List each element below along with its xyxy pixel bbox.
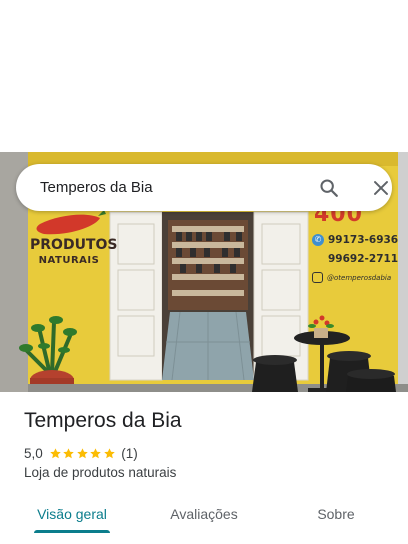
top-blank-area (0, 0, 408, 152)
search-icon[interactable] (318, 177, 340, 199)
tab-reviews[interactable]: Avaliações (156, 496, 252, 532)
instagram-icon (312, 272, 323, 283)
star-icon (50, 447, 61, 458)
star-icon (63, 447, 75, 458)
phone-2: 99692-2711 (328, 252, 399, 265)
whatsapp-icon: ✆ (312, 233, 324, 246)
instagram-handle: @otemperosdabia (327, 273, 392, 282)
place-title: Temperos da Bia (24, 409, 182, 432)
rating-row[interactable]: 5,0 (1) (24, 445, 138, 461)
contact-sign: ✆ 99173-6936 99692-2711 @otemperosdabia (312, 230, 408, 287)
place-category: Loja de produtos naturais (24, 465, 177, 480)
sign-line1: PRODUTOS (30, 237, 118, 253)
produtos-naturais-sign: PRODUTOS NATURAIS (30, 237, 118, 266)
close-icon[interactable] (370, 177, 392, 199)
phone-1: 99173-6936 (328, 233, 399, 246)
tab-overview[interactable]: Visão geral (26, 496, 118, 532)
tab-about[interactable]: Sobre (300, 496, 372, 532)
active-tab-indicator (34, 530, 110, 533)
star-icon (77, 447, 88, 458)
search-input[interactable]: Temperos da Bia (40, 164, 290, 211)
search-bar[interactable]: Temperos da Bia (16, 164, 392, 211)
rating-value: 5,0 (24, 445, 43, 461)
star-icon (104, 447, 115, 458)
star-icon (90, 447, 102, 458)
place-tabs: Visão geral Avaliações Sobre (0, 496, 408, 536)
star-rating (49, 447, 117, 460)
review-count[interactable]: (1) (121, 446, 138, 461)
sign-line2: NATURAIS (38, 254, 100, 266)
